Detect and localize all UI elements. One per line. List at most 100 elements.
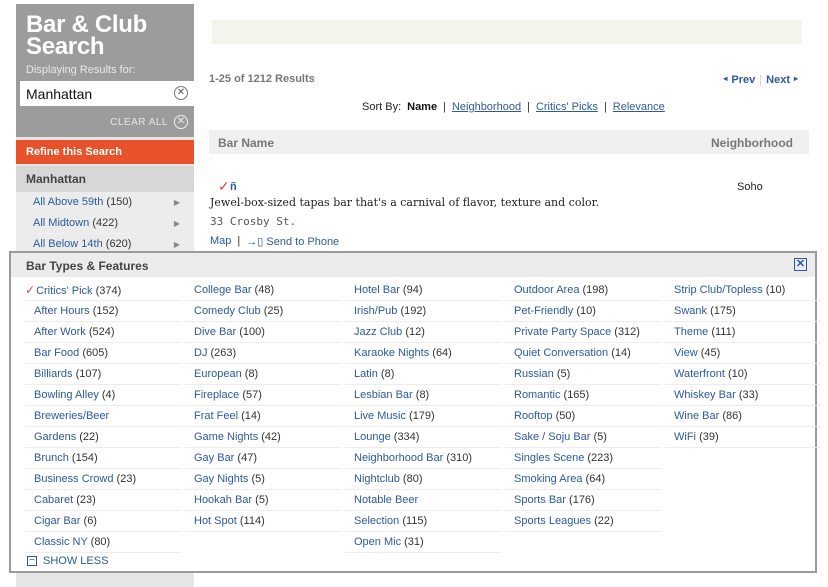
feature-item[interactable]: Lounge (334): [345, 427, 501, 448]
feature-item[interactable]: After Work (524): [25, 322, 181, 343]
feature-item[interactable]: Irish/Pub (192): [345, 301, 501, 322]
feature-label: Gardens: [34, 431, 77, 443]
feature-item[interactable]: Selection (115): [345, 511, 501, 532]
feature-item[interactable]: DJ (263): [185, 343, 341, 364]
bar-name-link[interactable]: ñ: [230, 181, 237, 193]
feature-item[interactable]: Open Mic (31): [345, 532, 501, 553]
feature-item[interactable]: View (45): [665, 343, 821, 364]
feature-item[interactable]: Strip Club/Topless (10): [665, 280, 821, 301]
feature-item[interactable]: Lesbian Bar (8): [345, 385, 501, 406]
feature-item[interactable]: European (8): [185, 364, 341, 385]
feature-label: Romantic: [514, 389, 561, 401]
feature-item[interactable]: Game Nights (42): [185, 427, 341, 448]
feature-item[interactable]: Business Crowd (23): [25, 469, 181, 490]
feature-item[interactable]: Wine Bar (86): [665, 406, 821, 427]
feature-item[interactable]: Private Party Space (312): [505, 322, 661, 343]
feature-item[interactable]: Waterfront (10): [665, 364, 821, 385]
send-to-phone-link[interactable]: →▯ Send to Phone: [246, 235, 339, 248]
feature-item[interactable]: Nightclub (80): [345, 469, 501, 490]
sidebar-item[interactable]: All Midtown (422) ▶: [16, 213, 194, 234]
feature-label: Gay Bar: [194, 452, 235, 464]
sort-option-name[interactable]: Name: [407, 101, 437, 113]
show-less-label: SHOW LESS: [43, 555, 109, 567]
feature-label: Classic NY: [34, 536, 88, 548]
bar-description: Jewel-box-sized tapas bar that's a carni…: [210, 196, 600, 209]
feature-item[interactable]: WiFi (39): [665, 427, 821, 448]
feature-item[interactable]: Rooftop (50): [505, 406, 661, 427]
sidebar-item-label: All Midtown: [33, 217, 90, 229]
feature-item[interactable]: Singles Scene (223): [505, 448, 661, 469]
feature-item[interactable]: Brunch (154): [25, 448, 181, 469]
feature-item[interactable]: Quiet Conversation (14): [505, 343, 661, 364]
panel-title: Bar Types & Features: [26, 259, 149, 273]
clear-all-button[interactable]: CLEAR ALL ✕: [26, 115, 188, 129]
feature-item[interactable]: Theme (111): [665, 322, 821, 343]
feature-item[interactable]: Sake / Soju Bar (5): [505, 427, 661, 448]
feature-item[interactable]: Gay Nights (5): [185, 469, 341, 490]
feature-item[interactable]: Cabaret (23): [25, 490, 181, 511]
feature-item[interactable]: Live Music (179): [345, 406, 501, 427]
feature-item[interactable]: Pet-Friendly (10): [505, 301, 661, 322]
clear-all-icon: ✕: [174, 115, 188, 129]
feature-label: Notable Beer: [354, 494, 419, 506]
feature-count: (48): [254, 284, 275, 296]
feature-item[interactable]: Swank (175): [665, 301, 821, 322]
feature-label: Quiet Conversation: [514, 347, 609, 359]
feature-item[interactable]: Hotel Bar (94): [345, 280, 501, 301]
feature-item[interactable]: Whiskey Bar (33): [665, 385, 821, 406]
feature-item[interactable]: Neighborhood Bar (310): [345, 448, 501, 469]
feature-item[interactable]: Smoking Area (64): [505, 469, 661, 490]
feature-item[interactable]: Gardens (22): [25, 427, 181, 448]
close-icon[interactable]: ✕: [794, 258, 807, 271]
feature-item[interactable]: Bowling Alley (4): [25, 385, 181, 406]
feature-item[interactable]: Dive Bar (100): [185, 322, 341, 343]
results-for-label: Displaying Results for:: [26, 64, 136, 76]
bar-types-panel: Bar Types & Features ✕ ✓Critics' Pick (3…: [9, 251, 821, 573]
sort-option-critics-picks[interactable]: Critics' Picks: [536, 101, 598, 113]
feature-count: (192): [400, 305, 427, 317]
feature-item[interactable]: ✓Critics' Pick (374): [25, 280, 181, 301]
feature-label: Breweries/Beer: [34, 410, 110, 422]
feature-item[interactable]: Notable Beer: [345, 490, 501, 511]
feature-item[interactable]: Latin (8): [345, 364, 501, 385]
feature-label: Game Nights: [194, 431, 259, 443]
feature-item[interactable]: Russian (5): [505, 364, 661, 385]
clear-location-icon[interactable]: ✕: [174, 86, 188, 100]
feature-item[interactable]: Sports Leagues (22): [505, 511, 661, 532]
feature-item[interactable]: Bar Food (605): [25, 343, 181, 364]
feature-item[interactable]: Hot Spot (114): [185, 511, 341, 532]
feature-count: (605): [82, 347, 108, 359]
show-less-button[interactable]: − SHOW LESS: [27, 555, 108, 567]
map-link[interactable]: Map: [210, 235, 231, 248]
next-link[interactable]: Next: [766, 74, 790, 86]
feature-item[interactable]: Hookah Bar (5): [185, 490, 341, 511]
feature-item[interactable]: Classic NY (80): [25, 532, 181, 553]
feature-item[interactable]: Gay Bar (47): [185, 448, 341, 469]
sidebar-item[interactable]: All Above 59th (150) ▶: [16, 192, 194, 213]
feature-item[interactable]: Fireplace (57): [185, 385, 341, 406]
feature-item[interactable]: After Hours (152): [25, 301, 181, 322]
location-field[interactable]: Manhattan ✕: [20, 81, 194, 106]
feature-item[interactable]: Breweries/Beer: [25, 406, 181, 427]
sort-option-relevance[interactable]: Relevance: [613, 101, 665, 113]
chevron-right-icon: ▸: [793, 74, 798, 83]
feature-column: Outdoor Area (198) Pet-Friendly (10) Priva…: [505, 280, 665, 553]
sort-option-neighborhood[interactable]: Neighborhood: [452, 101, 521, 113]
feature-item[interactable]: Romantic (165): [505, 385, 661, 406]
feature-item[interactable]: Outdoor Area (198): [505, 280, 661, 301]
feature-item[interactable]: Billiards (107): [25, 364, 181, 385]
feature-item[interactable]: Karaoke Nights (64): [345, 343, 501, 364]
feature-item[interactable]: Frat Feel (14): [185, 406, 341, 427]
feature-item[interactable]: Cigar Bar (6): [25, 511, 181, 532]
feature-item[interactable]: Jazz Club (12): [345, 322, 501, 343]
prev-link[interactable]: Prev: [731, 74, 755, 86]
feature-label: Critics' Pick: [36, 285, 93, 297]
feature-label: Business Crowd: [34, 473, 114, 485]
feature-item[interactable]: College Bar (48): [185, 280, 341, 301]
feature-count: (4): [101, 389, 116, 401]
feature-item[interactable]: Sports Bar (176): [505, 490, 661, 511]
feature-label: Cigar Bar: [34, 515, 81, 527]
feature-item[interactable]: Comedy Club (25): [185, 301, 341, 322]
feature-count: (12): [405, 326, 425, 338]
chevron-left-icon: ◂: [723, 74, 728, 83]
